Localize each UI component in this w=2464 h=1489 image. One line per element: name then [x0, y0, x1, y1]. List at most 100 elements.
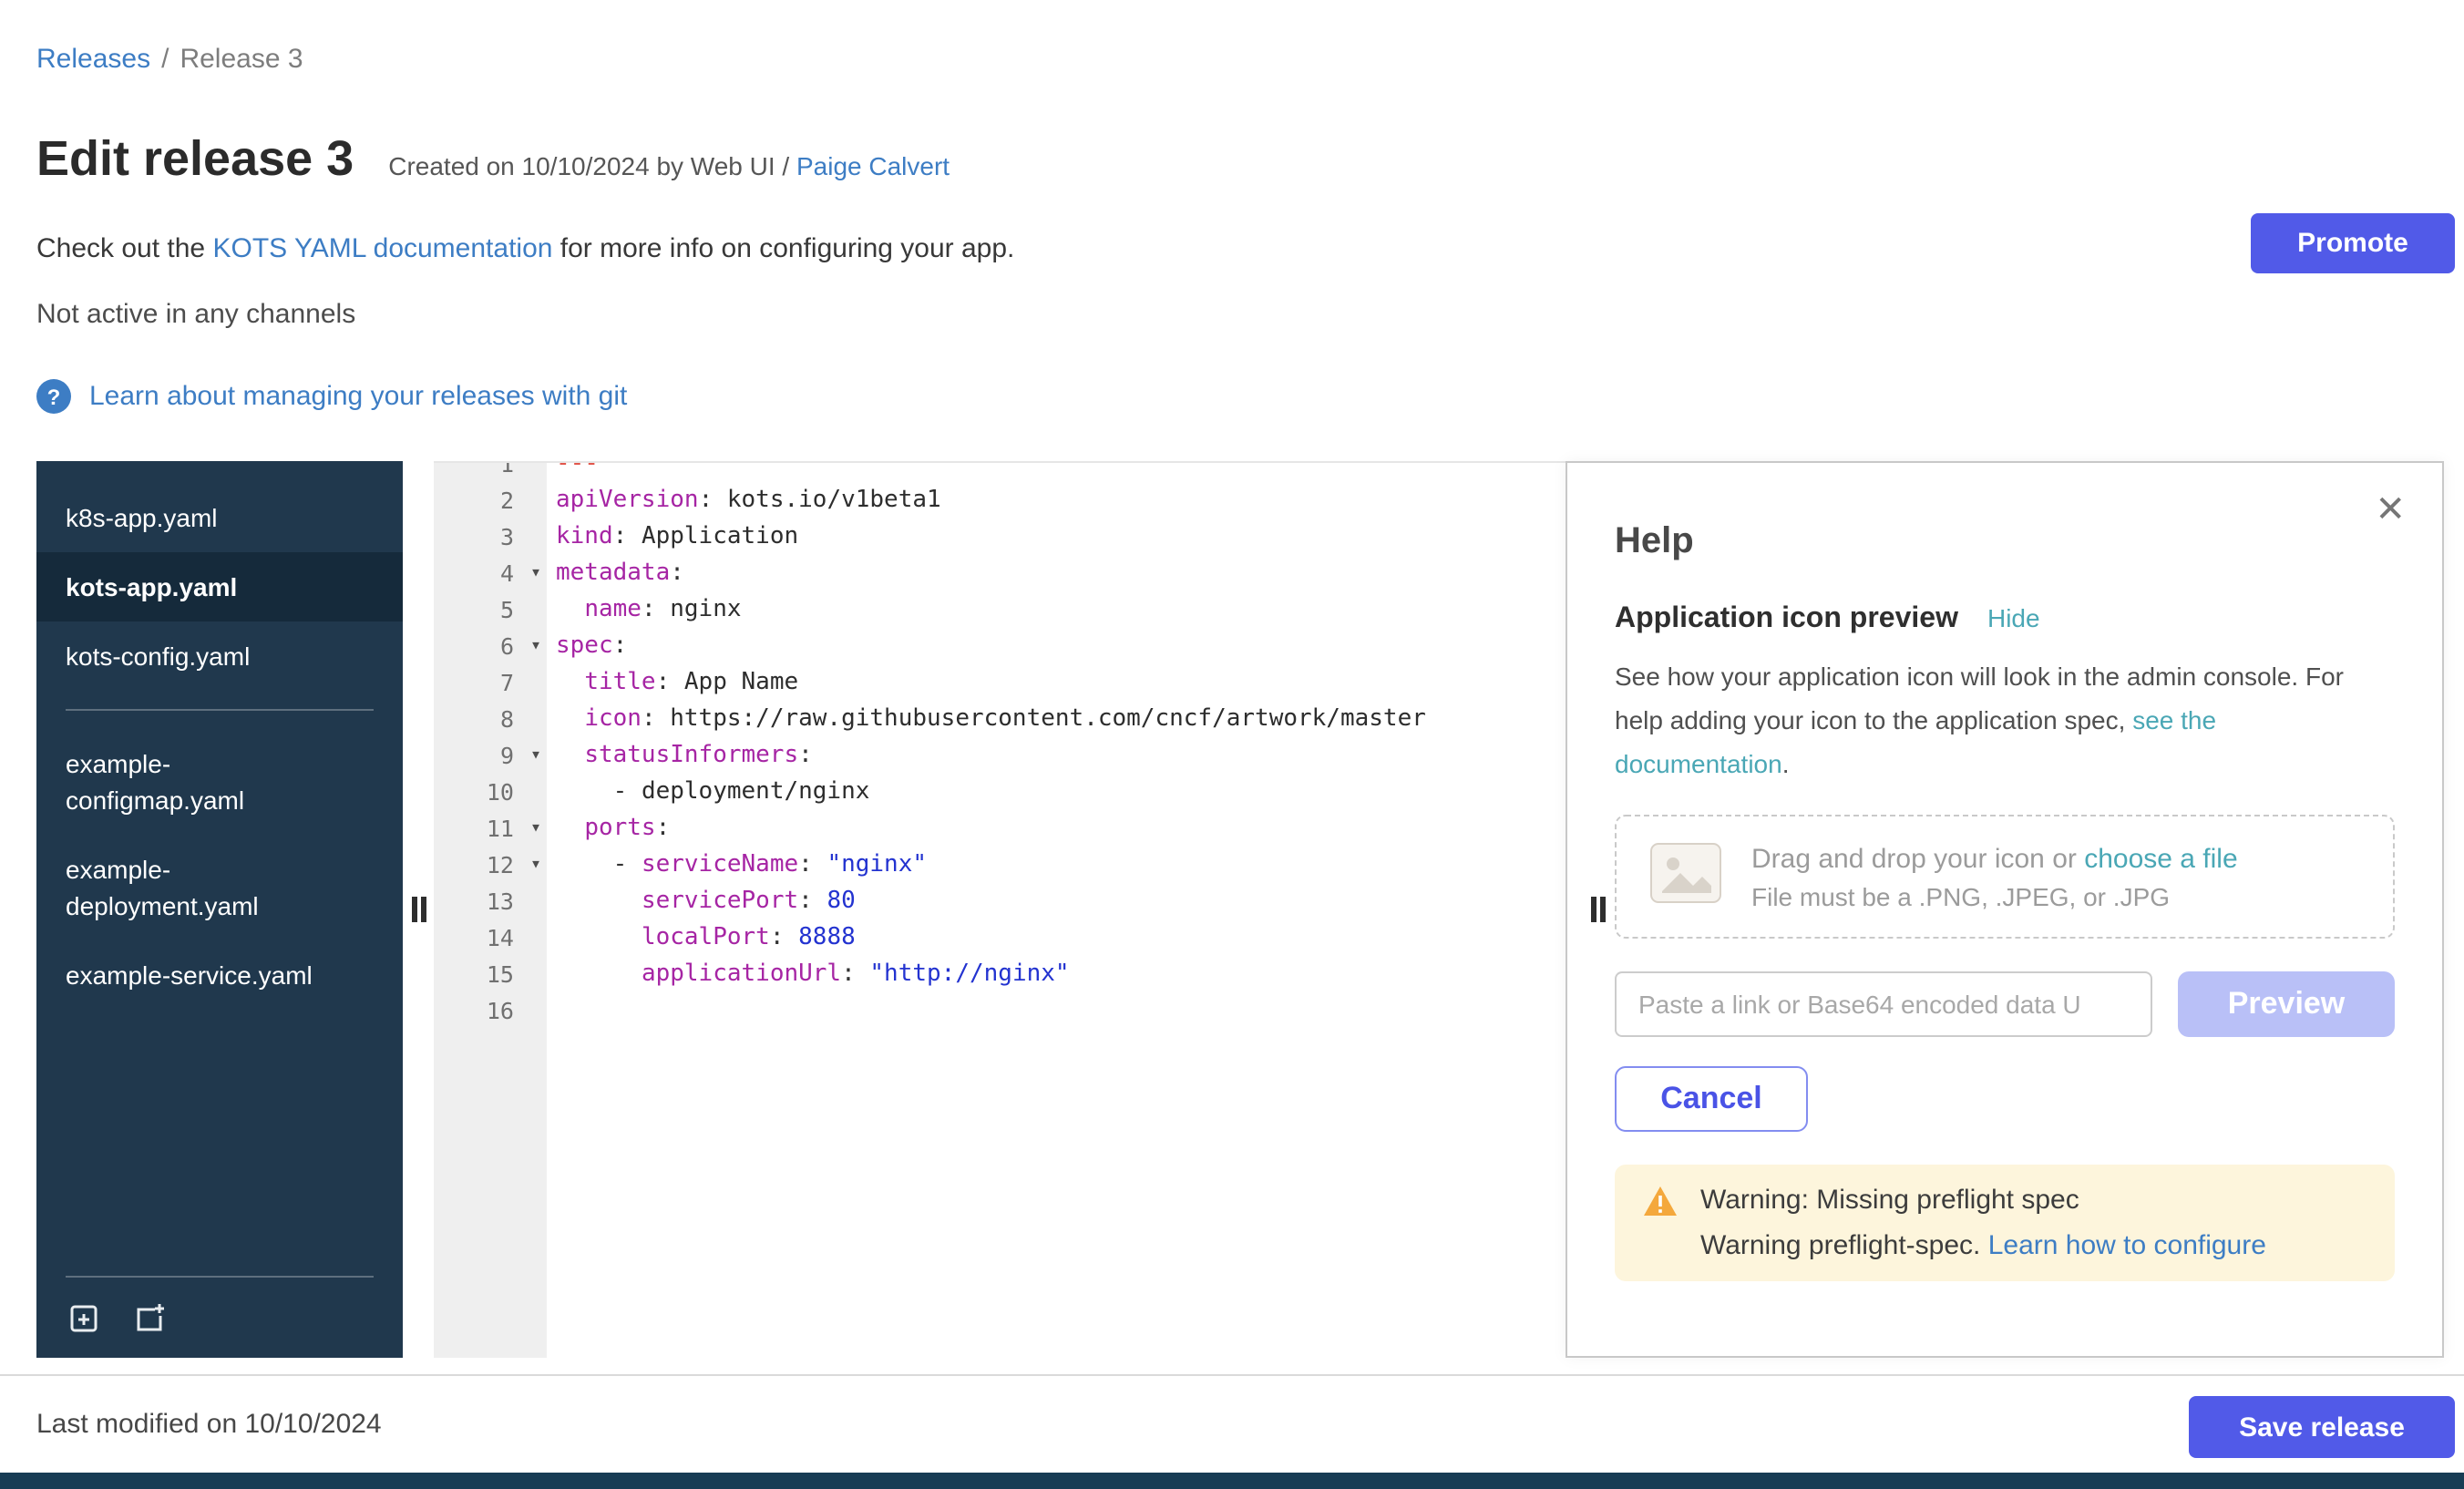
- code-text: ---: [547, 461, 1566, 483]
- upload-file-icon[interactable]: [66, 1299, 102, 1336]
- cancel-button[interactable]: Cancel: [1615, 1066, 1808, 1132]
- hide-link[interactable]: Hide: [1987, 603, 2040, 632]
- line-number: 3: [434, 519, 547, 556]
- code-line-11[interactable]: 11▾ ports:: [434, 811, 1566, 847]
- help-panel-resize-area: [1591, 897, 1606, 922]
- line-number: 10: [434, 775, 547, 811]
- file-tree-item-kots-app-yaml[interactable]: kots-app.yaml: [36, 552, 403, 621]
- code-line-6[interactable]: 6▾spec:: [434, 629, 1566, 665]
- code-line-10[interactable]: 10 - deployment/nginx: [434, 775, 1566, 811]
- file-tree-item-kots-config-yaml[interactable]: kots-config.yaml: [36, 621, 403, 691]
- warning-body-text: Warning preflight-spec.: [1700, 1230, 1988, 1261]
- last-modified-text: Last modified on 10/10/2024: [36, 1409, 382, 1440]
- code-line-3[interactable]: 3kind: Application: [434, 519, 1566, 556]
- code-text: servicePort: 80: [547, 884, 1566, 920]
- file-tree-footer: [66, 1276, 374, 1336]
- dropzone-text-prefix: Drag and drop your icon or: [1751, 843, 2084, 874]
- icon-preview-section-header: Application icon preview Hide: [1615, 603, 2395, 636]
- code-text: ports:: [547, 811, 1566, 847]
- breadcrumb-separator: /: [161, 44, 169, 75]
- code-text: - serviceName: "nginx": [547, 847, 1566, 884]
- icon-url-input[interactable]: [1615, 971, 2152, 1037]
- dropzone-hint: File must be a .PNG, .JPEG, or .JPG: [1751, 881, 2238, 910]
- git-help-link[interactable]: Learn about managing your releases with …: [89, 381, 627, 412]
- line-number: 8: [434, 702, 547, 738]
- code-line-1[interactable]: 1---: [434, 461, 1566, 483]
- line-number: 7: [434, 665, 547, 702]
- fold-arrow-icon[interactable]: ▾: [530, 556, 541, 592]
- code-text: kind: Application: [547, 519, 1566, 556]
- code-text: applicationUrl: "http://nginx": [547, 957, 1566, 993]
- breadcrumb-releases-link[interactable]: Releases: [36, 44, 150, 75]
- code-line-8[interactable]: 8 icon: https://raw.githubusercontent.co…: [434, 702, 1566, 738]
- fold-arrow-icon[interactable]: ▾: [530, 629, 541, 665]
- icon-preview-description: See how your application icon will look …: [1615, 654, 2395, 786]
- file-tree-item-example-deployment-yaml[interactable]: example-deployment.yaml: [36, 835, 403, 940]
- code-text: [547, 993, 1566, 1030]
- help-panel-resize-handle[interactable]: [1591, 897, 1606, 922]
- warning-title: Warning: Missing preflight spec: [1700, 1185, 2266, 1216]
- line-number: 9▾: [434, 738, 547, 775]
- bottom-bar: [0, 1473, 2464, 1489]
- question-mark-icon: ?: [36, 379, 71, 414]
- line-number: 16: [434, 993, 547, 1030]
- fold-arrow-icon[interactable]: ▾: [530, 738, 541, 775]
- code-line-2[interactable]: 2apiVersion: kots.io/v1beta1: [434, 483, 1566, 519]
- save-release-button[interactable]: Save release: [2189, 1396, 2455, 1458]
- created-text: Created on 10/10/2024 by Web UI /: [388, 151, 796, 180]
- breadcrumb-current: Release 3: [180, 44, 303, 75]
- git-help-row: ? Learn about managing your releases wit…: [36, 379, 627, 414]
- choose-file-link[interactable]: choose a file: [2084, 843, 2237, 874]
- code-line-15[interactable]: 15 applicationUrl: "http://nginx": [434, 957, 1566, 993]
- file-tree-resize-area: [403, 461, 434, 1358]
- channel-status: Not active in any channels: [36, 299, 355, 330]
- promote-button[interactable]: Promote: [2251, 213, 2455, 273]
- code-line-7[interactable]: 7 title: App Name: [434, 665, 1566, 702]
- preview-button[interactable]: Preview: [2178, 971, 2395, 1037]
- created-by-link[interactable]: Paige Calvert: [796, 151, 950, 180]
- line-number: 11▾: [434, 811, 547, 847]
- line-number: 14: [434, 920, 547, 957]
- close-icon[interactable]: ✕: [2375, 492, 2406, 529]
- code-text: statusInformers:: [547, 738, 1566, 775]
- yaml-editor[interactable]: 1---2apiVersion: kots.io/v1beta13kind: A…: [434, 461, 1566, 1358]
- code-text: metadata:: [547, 556, 1566, 592]
- file-tree-item-example-service-yaml[interactable]: example-service.yaml: [36, 940, 403, 1010]
- file-tree-sidebar: k8s-app.yamlkots-app.yamlkots-config.yam…: [36, 461, 403, 1358]
- dropzone-text: Drag and drop your icon or choose a file…: [1751, 843, 2238, 910]
- code-line-5[interactable]: 5 name: nginx: [434, 592, 1566, 629]
- fold-arrow-icon[interactable]: ▾: [530, 847, 541, 884]
- description-text-2: .: [1782, 749, 1790, 778]
- editor-content: 1---2apiVersion: kots.io/v1beta13kind: A…: [434, 461, 1566, 1030]
- file-tree-item-k8s-app-yaml[interactable]: k8s-app.yaml: [36, 483, 403, 552]
- file-tree-resize-handle[interactable]: [411, 897, 426, 922]
- warning-triangle-icon: [1642, 1185, 1679, 1261]
- file-tree-item-example-configmap-yaml[interactable]: example-configmap.yaml: [36, 729, 403, 835]
- code-text: spec:: [547, 629, 1566, 665]
- page-title: Edit release 3: [36, 131, 354, 188]
- line-number: 5: [434, 592, 547, 629]
- image-placeholder-icon: [1649, 841, 1722, 912]
- icon-preview-title: Application icon preview: [1615, 603, 1958, 636]
- editor-workspace: k8s-app.yamlkots-app.yamlkots-config.yam…: [36, 461, 2444, 1358]
- code-text: name: nginx: [547, 592, 1566, 629]
- code-line-13[interactable]: 13 servicePort: 80: [434, 884, 1566, 920]
- icon-dropzone[interactable]: Drag and drop your icon or choose a file…: [1615, 815, 2395, 939]
- learn-how-to-configure-link[interactable]: Learn how to configure: [1988, 1230, 2266, 1261]
- title-row: Edit release 3 Created on 10/10/2024 by …: [36, 131, 950, 188]
- code-line-12[interactable]: 12▾ - serviceName: "nginx": [434, 847, 1566, 884]
- code-line-16[interactable]: 16: [434, 993, 1566, 1030]
- help-panel-title: Help: [1615, 521, 2395, 563]
- fold-arrow-icon[interactable]: ▾: [530, 811, 541, 847]
- code-line-4[interactable]: 4▾metadata:: [434, 556, 1566, 592]
- description-text-1: See how your application icon will look …: [1615, 662, 2344, 734]
- new-file-icon[interactable]: [131, 1299, 168, 1336]
- code-line-9[interactable]: 9▾ statusInformers:: [434, 738, 1566, 775]
- docs-suffix: for more info on configuring your app.: [552, 233, 1014, 264]
- code-text: apiVersion: kots.io/v1beta1: [547, 483, 1566, 519]
- icon-url-row: Preview: [1615, 971, 2395, 1037]
- app-root: Releases / Release 3 Edit release 3 Create…: [0, 0, 2464, 1489]
- code-line-14[interactable]: 14 localPort: 8888: [434, 920, 1566, 957]
- line-number: 15: [434, 957, 547, 993]
- kots-yaml-docs-link[interactable]: KOTS YAML documentation: [212, 233, 552, 264]
